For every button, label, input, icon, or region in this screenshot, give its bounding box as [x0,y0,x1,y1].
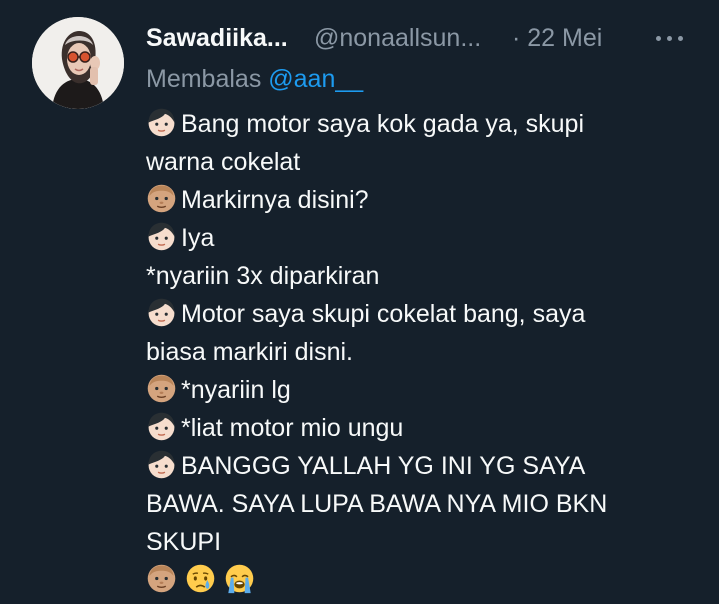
girl-face-emoji [146,297,177,328]
reply-handle-link[interactable]: @aan__ [268,65,363,93]
more-icon[interactable] [652,22,688,54]
tweet-line-text: BAWA. SAYA LUPA BAWA NYA MIO BKN [146,490,608,518]
tweet-line: warna cokelat [146,143,706,181]
tweet-line-text: *nyariin 3x diparkiran [146,262,380,290]
tweet-line: BANGGG YALLAH YG INI YG SAYA [146,447,706,485]
tweet-line-text: BANGGG YALLAH YG INI YG SAYA [181,452,586,480]
tweet-line: SKUPI [146,523,706,561]
tweet-line: Motor saya skupi cokelat bang, saya [146,295,706,333]
crying-face-emoji [185,563,216,594]
tweet-line-text: Bang motor saya kok gada ya, skupi [181,110,585,138]
tweet-line: BAWA. SAYA LUPA BAWA NYA MIO BKN [146,485,706,523]
tweet-line: biasa markiri disni. [146,333,706,371]
tweet-text: Bang motor saya kok gada ya, skupi warna … [146,105,706,599]
man-face-emoji [146,183,177,214]
tweet-line-text: SKUPI [146,528,222,556]
girl-face-emoji [146,107,177,138]
tweet-line: *nyariin 3x diparkiran [146,257,706,295]
tweet: Sawadiika... @nonaallsun... · 22 Mei Mem… [0,0,719,604]
tweet-line-text: biasa markiri disni. [146,338,354,366]
loudly-crying-face-emoji [224,563,255,594]
tweet-header: Sawadiika... @nonaallsun... · 22 Mei [146,22,694,54]
tweet-line-text: Motor saya skupi cokelat bang, saya [181,300,586,328]
tweet-line-text: Markirnya disini? [181,186,369,214]
tweet-line: Iya [146,219,706,257]
tweet-line-text: warna cokelat [146,148,301,176]
tweet-line-text: *liat motor mio ungu [181,414,404,442]
display-name[interactable]: Sawadiika... [146,22,288,54]
user-handle[interactable]: @nonaallsun... [314,22,481,54]
girl-face-emoji [146,221,177,252]
tweet-line: Bang motor saya kok gada ya, skupi [146,105,706,143]
reply-prefix: Membalas [146,65,269,93]
avatar[interactable] [32,17,124,109]
man-face-emoji [146,563,177,594]
tweet-line-text: Iya [181,224,215,252]
emoji-reaction-line [146,561,706,599]
avatar-image [32,17,124,109]
tweet-date[interactable]: · 22 Mei [512,22,602,54]
reply-context: Membalas @aan__ [146,63,363,95]
tweet-line: *nyariin lg [146,371,706,409]
tweet-line: Markirnya disini? [146,181,706,219]
girl-face-emoji [146,449,177,480]
tweet-line: *liat motor mio ungu [146,409,706,447]
tweet-line-text: *nyariin lg [181,376,291,404]
girl-face-emoji [146,411,177,442]
man-face-emoji [146,373,177,404]
